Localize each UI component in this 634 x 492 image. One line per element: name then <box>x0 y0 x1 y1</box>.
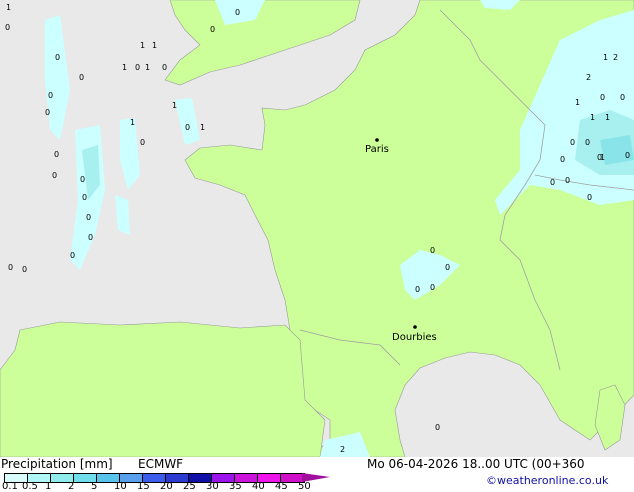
precip-value-label: 0 <box>185 123 190 132</box>
precip-value-label: 0 <box>8 263 13 272</box>
precip-value-label: 0 <box>140 138 145 147</box>
precip-value-label: 1 <box>172 101 177 110</box>
precip-value-label: 0 <box>80 175 85 184</box>
precip-value-label: 2 <box>586 73 591 82</box>
precip-value-label: 0 <box>235 8 240 17</box>
precip-value-label: 0 <box>86 213 91 222</box>
precip-value-label: 0 <box>585 138 590 147</box>
scale-tick-label: 10 <box>114 481 127 492</box>
land-spain <box>0 321 326 457</box>
precip-value-label: 0 <box>445 263 450 272</box>
precip-value-label: 0 <box>550 178 555 187</box>
scale-tick-label: 15 <box>137 481 150 492</box>
precip-value-label: 0 <box>597 153 602 162</box>
precip-value-label: 0 <box>54 150 59 159</box>
scale-tick-label: 0.5 <box>22 481 38 492</box>
scale-tick-label: 2 <box>68 481 75 492</box>
precip-value-label: 1 <box>603 53 608 62</box>
scale-tick-label: 30 <box>206 481 219 492</box>
precip-value-label: 1 <box>590 113 595 122</box>
precip-value-label: 1 <box>122 63 127 72</box>
precip-value-label: 2 <box>340 445 345 454</box>
scale-tick-label: 40 <box>252 481 265 492</box>
legend-title: Precipitation [mm] <box>1 457 113 471</box>
precip-value-label: 0 <box>135 63 140 72</box>
credit-link[interactable]: ©weatheronline.co.uk <box>486 474 608 487</box>
valid-datetime: Mo 06-04-2026 18..00 UTC (00+360 <box>367 457 585 471</box>
precip-value-label: 0 <box>560 155 565 164</box>
model-name: ECMWF <box>138 457 184 471</box>
precip-value-label: 0 <box>415 285 420 294</box>
precip-value-label: 0 <box>82 193 87 202</box>
scale-tick-label: 5 <box>91 481 98 492</box>
precip-value-label: 1 <box>140 41 145 50</box>
scale-tick-label: 45 <box>275 481 288 492</box>
precip-value-label: 0 <box>430 246 435 255</box>
precip-value-label: 0 <box>620 93 625 102</box>
scale-tick-label: 25 <box>183 481 196 492</box>
precipitation-map: 01000000 000000011 11 010 101 0001220011 10 010… <box>0 0 634 457</box>
precip-value-label: 0 <box>48 91 53 100</box>
precip-value-label: 1 <box>130 118 135 127</box>
precip-value-label: 1 <box>575 98 580 107</box>
precip-value-label: 0 <box>5 23 10 32</box>
precip-value-label: 1 <box>6 3 11 12</box>
precip-value-label: 1 <box>200 123 205 132</box>
precip-value-label: 0 <box>55 53 60 62</box>
precip-value-label: 1 <box>145 63 150 72</box>
precip-value-label: 0 <box>210 25 215 34</box>
precip-value-label: 2 <box>613 53 618 62</box>
scale-tick-label: 1 <box>45 481 52 492</box>
city-label-dourbies: Dourbies <box>392 332 437 343</box>
precip-value-label: 0 <box>565 176 570 185</box>
scale-tick-label: 35 <box>229 481 242 492</box>
precip-value-label: 0 <box>22 265 27 274</box>
precip-value-label: 0 <box>570 138 575 147</box>
precip-value-label: 0 <box>435 423 440 432</box>
precip-value-label: 0 <box>625 151 630 160</box>
scale-tick-label: 20 <box>160 481 173 492</box>
precip-value-label: 0 <box>70 251 75 260</box>
precip-value-label: 0 <box>88 233 93 242</box>
precip-value-label: 0 <box>600 93 605 102</box>
precip-value-label: 0 <box>587 193 592 202</box>
scale-tick-label: 0.1 <box>2 481 18 492</box>
precip-value-label: 1 <box>152 41 157 50</box>
precip-value-label: 1 <box>605 113 610 122</box>
city-label-paris: Paris <box>365 144 389 155</box>
scale-tick-label: 50 <box>298 481 311 492</box>
precip-value-label: 0 <box>79 73 84 82</box>
precip-value-label: 0 <box>162 63 167 72</box>
precip-value-label: 0 <box>52 171 57 180</box>
precip-value-label: 0 <box>45 108 50 117</box>
precip-value-label: 0 <box>430 283 435 292</box>
